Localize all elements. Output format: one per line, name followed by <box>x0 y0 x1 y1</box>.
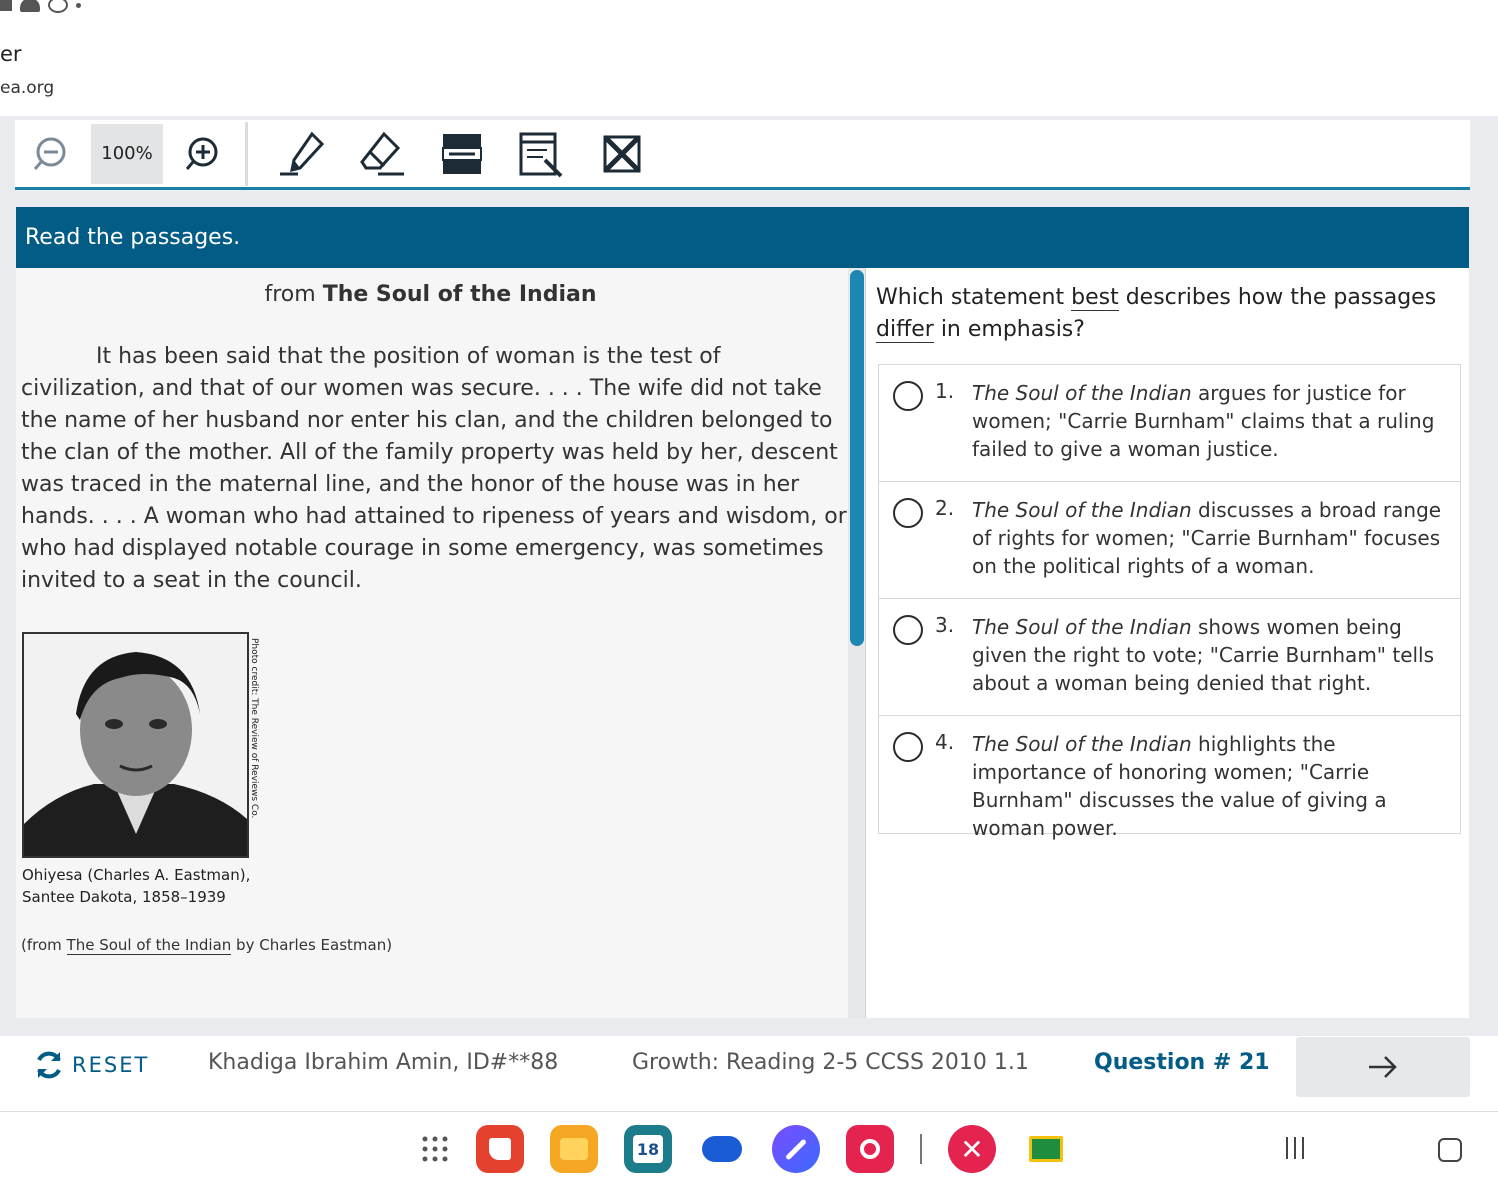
browser-url: ea.org <box>0 78 55 98</box>
radio-button[interactable] <box>893 498 923 528</box>
next-button[interactable] <box>1296 1037 1470 1097</box>
option-title: The Soul of the Indian <box>972 615 1192 639</box>
notes-app-icon[interactable] <box>476 1125 524 1173</box>
author-photo-frame <box>22 632 249 858</box>
source-title: The Soul of the Indian <box>66 936 232 955</box>
option-number: 3. <box>935 613 955 637</box>
calendar-day: 18 <box>633 1135 663 1163</box>
answer-options: 1. The Soul of the Indian argues for jus… <box>878 364 1461 840</box>
question-stem: Which statement best describes how the p… <box>876 282 1456 346</box>
caption-line: Santee Dakota, 1858–1939 <box>22 888 226 906</box>
question-text: describes how the passages <box>1118 285 1437 310</box>
recent-app-icon[interactable]: ✕ <box>948 1125 996 1173</box>
question-emphasis: best <box>1071 285 1119 311</box>
arrow-right-icon <box>1369 1056 1397 1078</box>
option-text: The Soul of the Indian argues for justic… <box>972 379 1452 463</box>
passage-title: from The Soul of the Indian <box>11 282 850 307</box>
eraser-icon <box>360 131 404 175</box>
author-photo <box>22 632 249 858</box>
classroom-app-icon[interactable] <box>1022 1125 1070 1173</box>
option-number: 4. <box>935 730 955 754</box>
line-reader-icon <box>442 133 482 174</box>
notepad-button[interactable] <box>502 124 582 184</box>
passage-paragraph: It has been said that the position of wo… <box>21 344 847 593</box>
home-button[interactable] <box>1438 1138 1462 1162</box>
caption-line: Ohiyesa (Charles A. Eastman), <box>22 866 251 884</box>
scrollbar-thumb[interactable] <box>850 270 864 646</box>
option-title: The Soul of the Indian <box>972 498 1192 522</box>
toolbar-divider <box>245 121 248 186</box>
system-taskbar: 18 ✕ <box>0 1113 1498 1184</box>
answer-option-2[interactable]: 2. The Soul of the Indian discusses a br… <box>879 482 1460 599</box>
question-emphasis: differ <box>876 317 934 343</box>
line-reader-button[interactable] <box>422 124 502 184</box>
option-title: The Soul of the Indian <box>972 732 1192 756</box>
status-icon <box>48 0 68 13</box>
passage-title-prefix: from <box>264 282 323 307</box>
option-text: The Soul of the Indian highlights the im… <box>972 730 1452 842</box>
option-text: The Soul of the Indian discusses a broad… <box>972 496 1452 580</box>
recents-bar-icon <box>1286 1137 1288 1159</box>
answer-option-4[interactable]: 4. The Soul of the Indian highlights the… <box>879 716 1460 840</box>
status-bar <box>0 0 81 16</box>
status-icon <box>0 0 12 11</box>
photo-caption: Ohiyesa (Charles A. Eastman), Santee Dak… <box>22 864 250 908</box>
zoom-level: 100% <box>91 123 163 184</box>
highlighter-button[interactable] <box>262 124 342 184</box>
notepad-icon <box>519 132 563 177</box>
zoom-in-button[interactable] <box>167 124 239 184</box>
camera-app-icon[interactable] <box>846 1125 894 1173</box>
recents-bar-icon <box>1294 1137 1296 1159</box>
photo-credit: Photo credit: The Review of Reviews Co. <box>249 638 259 819</box>
radio-button[interactable] <box>893 381 923 411</box>
answer-eliminator-button[interactable] <box>582 124 662 184</box>
student-name: Khadiga Ibrahim Amin, ID#**88 <box>208 1050 559 1075</box>
question-text: Which statement <box>876 285 1072 310</box>
calendar-app-icon[interactable]: 18 <box>624 1125 672 1173</box>
radio-button[interactable] <box>893 615 923 645</box>
option-text: The Soul of the Indian shows women being… <box>972 613 1452 697</box>
recents-button[interactable] <box>1286 1137 1304 1159</box>
eraser-button[interactable] <box>342 124 422 184</box>
status-dot-icon <box>76 2 81 8</box>
passage-source: (from The Soul of the Indian by Charles … <box>21 936 393 955</box>
highlighter-icon <box>280 131 325 175</box>
answer-eliminator-icon <box>603 134 641 173</box>
folder-app-icon[interactable] <box>550 1125 598 1173</box>
answer-option-3[interactable]: 3. The Soul of the Indian shows women be… <box>879 599 1460 716</box>
option-number: 2. <box>935 496 955 520</box>
option-number: 1. <box>935 379 955 403</box>
pen-app-icon[interactable] <box>772 1125 820 1173</box>
passage-title-bold: The Soul of the Indian <box>322 282 597 307</box>
instructions-banner: Read the passages. <box>16 207 1469 268</box>
zoom-out-icon <box>33 137 66 170</box>
source-suffix: by Charles Eastman) <box>231 936 393 954</box>
passage-panel: from The Soul of the Indian It has been … <box>16 268 850 1018</box>
zoom-out-button[interactable] <box>15 124 87 184</box>
question-text: in emphasis? <box>933 317 1085 342</box>
dock-divider <box>920 1134 922 1164</box>
test-name: Growth: Reading 2-5 CCSS 2010 1.1 <box>632 1050 1029 1075</box>
content-area: from The Soul of the Indian It has been … <box>16 268 1469 1018</box>
option-title: The Soul of the Indian <box>972 381 1192 405</box>
source-prefix: (from <box>21 936 67 954</box>
app-drawer-icon[interactable] <box>420 1134 450 1164</box>
browser-title: er <box>0 42 22 66</box>
reset-label: RESET <box>72 1053 150 1077</box>
recents-bar-icon <box>1302 1137 1304 1159</box>
app-dock: 18 ✕ <box>420 1125 1070 1173</box>
answer-option-1[interactable]: 1. The Soul of the Indian argues for jus… <box>879 365 1460 482</box>
passage-scrollbar[interactable] <box>848 268 866 1018</box>
test-app: 100% Read the passages. from The Soul of… <box>0 116 1498 1036</box>
footer-bar: RESET Khadiga Ibrahim Amin, ID#**88 Grow… <box>0 1036 1498 1112</box>
notification-icon <box>20 0 40 12</box>
radio-button[interactable] <box>893 732 923 762</box>
messages-app-icon[interactable] <box>698 1125 746 1173</box>
toolbar: 100% <box>15 120 1470 190</box>
zoom-in-icon <box>185 137 218 170</box>
reset-button[interactable]: RESET <box>32 1048 149 1082</box>
refresh-icon <box>37 1051 61 1079</box>
question-number: Question # 21 <box>1094 1050 1270 1075</box>
